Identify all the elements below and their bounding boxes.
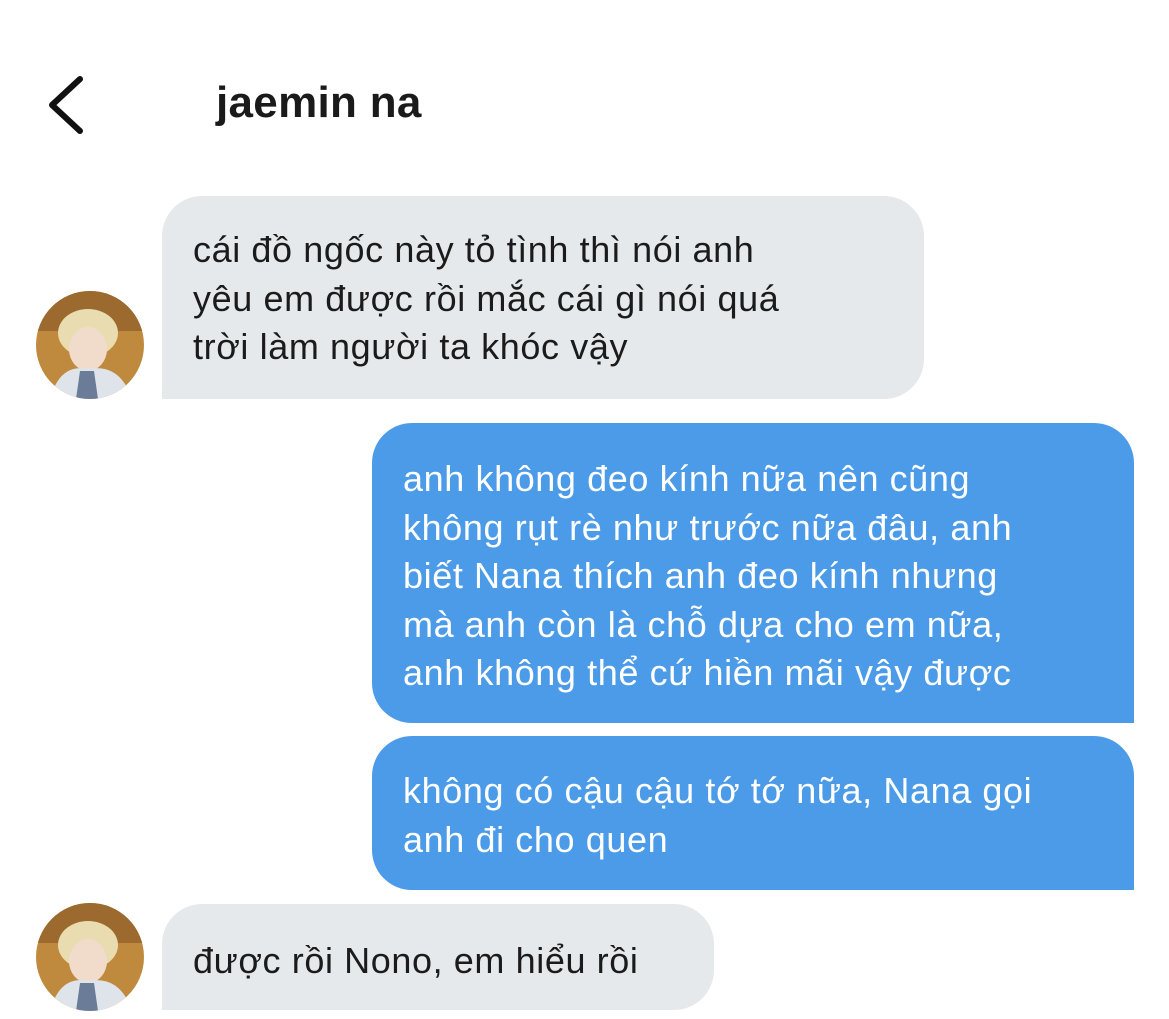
message-bubble-outgoing: anh không đeo kính nữa nên cũng không rụ… [372,423,1134,723]
chat-header: jaemin na [0,0,1169,190]
avatar[interactable] [36,903,144,1011]
avatar-photo [36,903,144,1011]
message-bubble-incoming: cái đồ ngốc này tỏ tình thì nói anh yêu … [162,196,924,399]
avatar-photo [36,291,144,399]
avatar[interactable] [36,291,144,399]
contact-name: jaemin na [216,78,422,127]
message-bubble-outgoing: không có cậu cậu tớ tớ nữa, Nana gọi anh… [372,736,1134,890]
message-bubble-incoming: được rồi Nono, em hiểu rồi [162,904,714,1010]
chevron-left-icon [49,76,83,134]
back-button[interactable] [38,70,98,140]
